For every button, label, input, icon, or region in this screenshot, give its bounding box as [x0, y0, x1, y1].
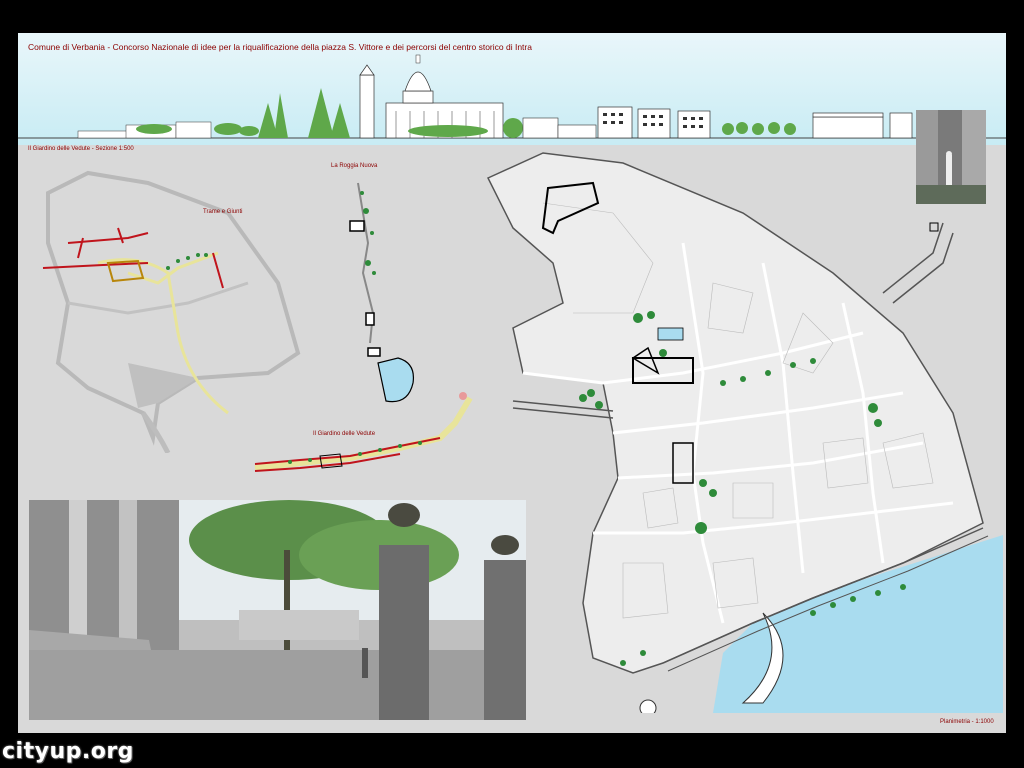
giardino-vedute-plan	[254, 392, 473, 472]
competition-board: Comune di Verbania - Concorso Nazionale …	[18, 33, 1006, 733]
section-caption: Il Giardino delle Vedute - Sezione 1:500	[28, 146, 134, 152]
perspective-render	[29, 500, 526, 720]
trame-caption: Trame e Giunti	[203, 209, 243, 215]
giardino-caption: Il Giardino delle Vedute	[313, 431, 376, 437]
roggia-nuova-plan	[349, 182, 415, 403]
planimetria-caption: Planimetria - 1:1000	[940, 719, 994, 725]
main-planimetry	[486, 152, 1003, 713]
board-title: Comune di Verbania - Concorso Nazionale …	[28, 42, 532, 52]
roggia-caption: La Roggia Nuova	[331, 163, 378, 169]
site-watermark: cityup.org	[2, 739, 134, 764]
